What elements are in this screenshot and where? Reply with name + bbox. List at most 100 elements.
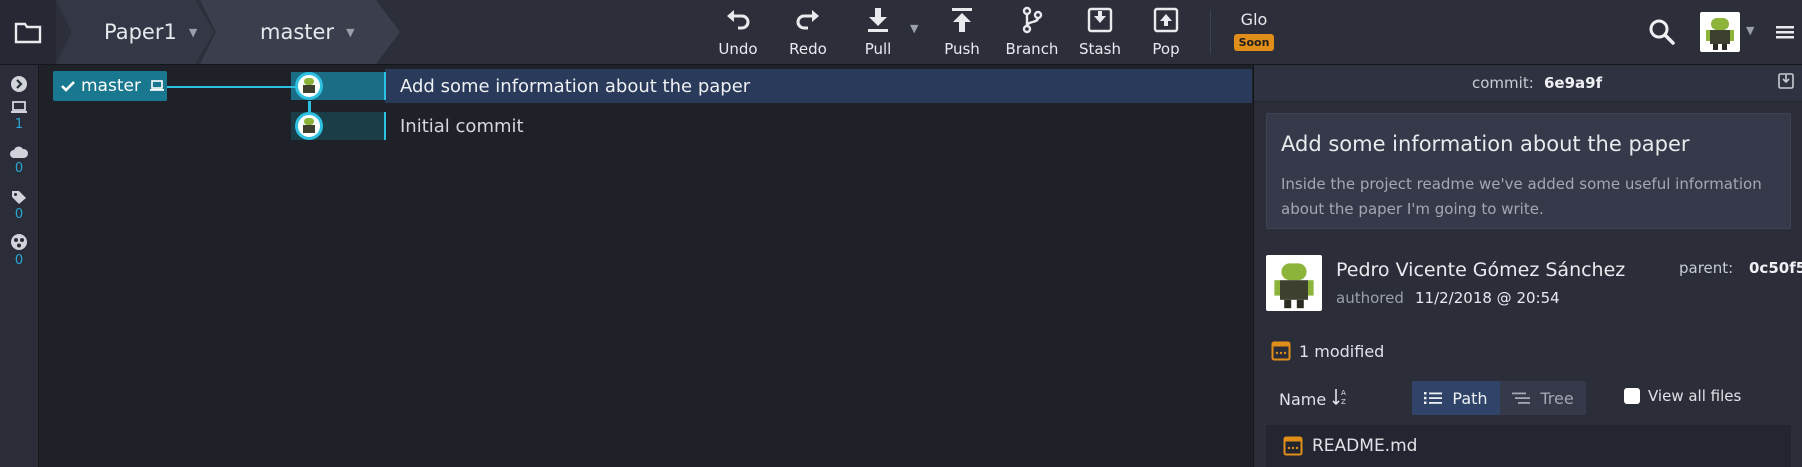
file-name: README.md [1312, 436, 1418, 456]
commit-body: Inside the project readme we've added so… [1281, 175, 1762, 218]
branch-name: master [260, 20, 335, 44]
branch-label: Branch [1005, 40, 1059, 58]
repo-name: Paper1 [104, 20, 177, 44]
branch-connector [167, 86, 307, 88]
commit-graph: master Add some information about the pa… [39, 65, 1252, 467]
chevron-down-icon: ▼ [188, 25, 198, 39]
hamburger-icon [1776, 26, 1794, 39]
chevron-right-circle-icon [11, 76, 27, 92]
author-avatar [1266, 255, 1322, 311]
modified-summary: 1 modified [1299, 342, 1385, 361]
sort-by-name[interactable]: Name [1279, 390, 1326, 409]
commit-title: Add some information about the paper [1281, 132, 1690, 156]
open-repo-button[interactable] [0, 0, 56, 64]
pull-options-chevron-icon[interactable]: ▼ [910, 22, 918, 35]
parent-sha[interactable]: 0c50f5 [1749, 259, 1802, 277]
left-panel-rail: 1 0 0 0 [0, 65, 39, 467]
modified-file-icon [1283, 436, 1303, 456]
file-list-item[interactable]: README.md [1266, 425, 1791, 467]
local-branches-toggle[interactable]: 1 [0, 101, 38, 132]
commit-sha[interactable]: 6e9a9f [1544, 74, 1602, 92]
android-avatar-icon [303, 118, 315, 133]
search-button[interactable] [1648, 18, 1676, 46]
parent-label: parent: [1679, 259, 1734, 277]
redo-label: Redo [789, 40, 827, 58]
commit-message: Add some information about the paper [400, 76, 751, 97]
graph-lane-edge [384, 112, 386, 140]
branch-tag-master[interactable]: master [53, 71, 167, 101]
tag-icon [12, 191, 26, 204]
undo-icon [727, 10, 750, 30]
folder-icon [14, 22, 42, 44]
sort-alpha-icon[interactable]: A Z [1332, 387, 1350, 407]
modified-file-icon [1271, 341, 1291, 361]
remote-count: 0 [14, 161, 24, 176]
pop-icon [1153, 7, 1179, 33]
undo-label: Undo [718, 40, 758, 58]
commit-row[interactable]: Initial commit [39, 109, 1252, 143]
glo-label: Glo [1240, 10, 1268, 29]
tree-view-button[interactable]: Tree [1500, 381, 1586, 415]
toolbar: Paper1 ▼ master ▼ Undo Redo Pull ▼ Push … [0, 0, 1802, 65]
list-icon [1424, 392, 1443, 404]
branch-button[interactable]: Branch [1000, 6, 1064, 60]
commit-detail-panel: commit: 6e9a9f Add some information abou… [1253, 65, 1802, 467]
path-view-button[interactable]: Path [1412, 381, 1500, 415]
repo-selector[interactable]: Paper1 ▼ [56, 0, 214, 64]
remotes-toggle[interactable]: 0 [0, 145, 38, 176]
view-all-files-label[interactable]: View all files [1648, 387, 1741, 405]
submodule-icon [11, 234, 27, 250]
user-avatar[interactable] [1700, 12, 1740, 52]
submodules-count: 0 [14, 253, 24, 268]
submodules-toggle[interactable]: 0 [0, 233, 38, 268]
redo-button[interactable]: Redo [776, 6, 840, 60]
search-icon [1649, 19, 1675, 45]
push-button[interactable]: Push [930, 6, 994, 60]
commit-message: Initial commit [400, 116, 524, 137]
svg-text:A: A [1341, 389, 1346, 397]
soon-badge: Soon [1233, 34, 1275, 51]
account-chevron-icon[interactable]: ▼ [1746, 24, 1754, 37]
commit-row[interactable]: master Add some information about the pa… [39, 69, 1252, 103]
path-view-label: Path [1452, 388, 1488, 408]
android-avatar-icon [1706, 18, 1734, 50]
laptop-icon [149, 80, 164, 91]
undo-button[interactable]: Undo [706, 6, 770, 60]
laptop-icon [11, 101, 27, 113]
pop-label: Pop [1152, 40, 1180, 58]
svg-text:Z: Z [1341, 398, 1346, 406]
pop-button[interactable]: Pop [1134, 6, 1198, 60]
push-label: Push [944, 40, 980, 58]
author-name: Pedro Vicente Gómez Sánchez [1336, 259, 1626, 281]
commit-message-box[interactable]: Add some information about the paper Ins… [1266, 113, 1791, 229]
authored-date: 11/2/2018 @ 20:54 [1415, 289, 1560, 307]
check-icon [61, 81, 75, 92]
save-patch-icon[interactable] [1778, 73, 1794, 89]
tree-view-label: Tree [1540, 388, 1574, 408]
file-view-toggle: Path Tree [1412, 381, 1586, 415]
upload-icon [952, 8, 972, 32]
download-icon [868, 8, 888, 32]
commit-header: commit: 6e9a9f [1254, 65, 1802, 102]
expand-panel-button[interactable] [0, 75, 38, 95]
stash-icon [1087, 7, 1113, 33]
branch-tag-label: master [81, 76, 141, 96]
pull-label: Pull [864, 40, 892, 58]
toolbar-divider [1210, 10, 1211, 54]
branch-icon [1022, 6, 1043, 34]
redo-icon [796, 10, 819, 30]
main-menu-button[interactable] [1774, 18, 1796, 46]
branch-selector[interactable]: master ▼ [200, 0, 400, 64]
glo-button[interactable]: Glo Soon [1222, 10, 1286, 51]
stash-button[interactable]: Stash [1068, 6, 1132, 60]
commit-label: commit: [1472, 74, 1534, 92]
stash-label: Stash [1079, 40, 1121, 58]
pull-button[interactable]: Pull [846, 6, 910, 60]
authored-label: authored [1336, 289, 1404, 307]
view-all-files-checkbox[interactable] [1624, 388, 1640, 404]
tags-count: 0 [14, 207, 24, 222]
commit-node-avatar[interactable] [295, 72, 323, 100]
chevron-down-icon: ▼ [346, 25, 355, 39]
tags-toggle[interactable]: 0 [0, 189, 38, 222]
commit-node-avatar[interactable] [295, 112, 323, 140]
